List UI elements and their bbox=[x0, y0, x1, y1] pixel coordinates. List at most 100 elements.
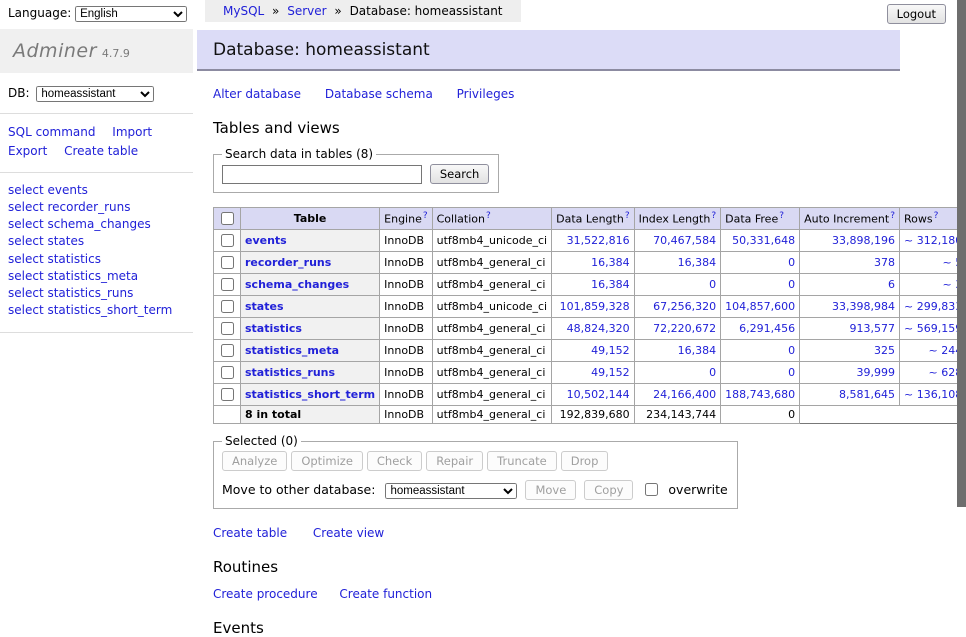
data-length-link[interactable]: 16,384 bbox=[591, 278, 630, 291]
language-select[interactable]: English bbox=[75, 6, 187, 22]
auto-increment-link[interactable]: 8,581,645 bbox=[839, 388, 895, 401]
check-button[interactable]: Check bbox=[367, 451, 422, 471]
breadcrumb-link-server[interactable]: Server bbox=[287, 4, 326, 18]
index-length-link[interactable]: 0 bbox=[709, 278, 716, 291]
repair-button[interactable]: Repair bbox=[426, 451, 483, 471]
db-select[interactable]: homeassistant bbox=[36, 86, 154, 102]
sidebar-action-export[interactable]: Export bbox=[8, 144, 47, 158]
table-name-link[interactable]: recorder_runs bbox=[245, 256, 331, 269]
copy-button[interactable]: Copy bbox=[584, 480, 633, 500]
sidebar-link-select-statistics-runs[interactable]: select statistics_runs bbox=[8, 285, 193, 302]
link-create-procedure[interactable]: Create procedure bbox=[213, 587, 318, 601]
index-length-link[interactable]: 0 bbox=[709, 366, 716, 379]
data-free-link[interactable]: 0 bbox=[788, 366, 795, 379]
row-checkbox[interactable] bbox=[221, 344, 234, 357]
table-name-link[interactable]: statistics_short_term bbox=[245, 388, 375, 401]
sidebar-link-select-statistics-short-term[interactable]: select statistics_short_term bbox=[8, 302, 193, 319]
index-length-link[interactable]: 67,256,320 bbox=[653, 300, 716, 313]
help-link[interactable]: ? bbox=[890, 211, 895, 221]
rows-link[interactable]: ~ 312,180 bbox=[904, 234, 962, 247]
row-checkbox[interactable] bbox=[221, 278, 234, 291]
analyze-button[interactable]: Analyze bbox=[222, 451, 287, 471]
truncate-button[interactable]: Truncate bbox=[487, 451, 557, 471]
table-name-link[interactable]: statistics_meta bbox=[245, 344, 339, 357]
data-free-link[interactable]: 0 bbox=[788, 344, 795, 357]
sidebar-link-select-statistics-meta[interactable]: select statistics_meta bbox=[8, 268, 193, 285]
nav-link-database-schema[interactable]: Database schema bbox=[325, 87, 433, 101]
sidebar-link-select-events[interactable]: select events bbox=[8, 182, 193, 199]
data-length-link[interactable]: 48,824,320 bbox=[567, 322, 630, 335]
data-free-link[interactable]: 50,331,648 bbox=[732, 234, 795, 247]
auto-increment-link[interactable]: 378 bbox=[874, 256, 895, 269]
data-free-link[interactable]: 188,743,680 bbox=[725, 388, 795, 401]
search-button[interactable]: Search bbox=[430, 164, 490, 184]
table-name-link[interactable]: statistics bbox=[245, 322, 302, 335]
drop-button[interactable]: Drop bbox=[561, 451, 609, 471]
version-link[interactable]: 4.7.9 bbox=[102, 47, 130, 60]
help-link[interactable]: ? bbox=[423, 211, 428, 221]
rows-link[interactable]: ~ 569,159 bbox=[904, 322, 962, 335]
sidebar-link-select-schema-changes[interactable]: select schema_changes bbox=[8, 216, 193, 233]
help-link[interactable]: ? bbox=[779, 211, 784, 221]
data-length-link[interactable]: 31,522,816 bbox=[567, 234, 630, 247]
row-checkbox[interactable] bbox=[221, 300, 234, 313]
row-checkbox[interactable] bbox=[221, 234, 234, 247]
search-input[interactable] bbox=[222, 165, 422, 184]
data-free-link[interactable]: 0 bbox=[788, 256, 795, 269]
select-all-checkbox[interactable] bbox=[221, 212, 234, 225]
overwrite-checkbox[interactable] bbox=[645, 483, 658, 496]
rows-link[interactable]: ~ 136,108 bbox=[904, 388, 962, 401]
link-create-view[interactable]: Create view bbox=[313, 526, 384, 540]
row-checkbox[interactable] bbox=[221, 256, 234, 269]
row-checkbox[interactable] bbox=[221, 322, 234, 335]
link-create-function[interactable]: Create function bbox=[339, 587, 432, 601]
help-link[interactable]: ? bbox=[711, 211, 716, 221]
nav-link-privileges[interactable]: Privileges bbox=[457, 87, 515, 101]
auto-increment-link[interactable]: 913,577 bbox=[850, 322, 896, 335]
table-name-link[interactable]: schema_changes bbox=[245, 278, 349, 291]
help-link[interactable]: ? bbox=[625, 211, 630, 221]
move-db-select[interactable]: homeassistant bbox=[385, 483, 517, 499]
row-checkbox[interactable] bbox=[221, 366, 234, 379]
move-button[interactable]: Move bbox=[525, 480, 576, 500]
table-name-link[interactable]: statistics_runs bbox=[245, 366, 335, 379]
data-length-link[interactable]: 16,384 bbox=[591, 256, 630, 269]
data-free-link[interactable]: 0 bbox=[788, 278, 795, 291]
sidebar-action-sql-command[interactable]: SQL command bbox=[8, 125, 95, 139]
breadcrumb-link-mysql[interactable]: MySQL bbox=[223, 4, 264, 18]
index-length-link[interactable]: 16,384 bbox=[678, 256, 717, 269]
nav-link-alter-database[interactable]: Alter database bbox=[213, 87, 301, 101]
data-length-link[interactable]: 10,502,144 bbox=[567, 388, 630, 401]
index-length-link[interactable]: 72,220,672 bbox=[653, 322, 716, 335]
scrollbar-thumb[interactable] bbox=[957, 0, 966, 507]
vertical-scrollbar[interactable] bbox=[957, 0, 966, 543]
overwrite-label[interactable]: overwrite bbox=[668, 482, 727, 497]
auto-increment-link[interactable]: 33,398,984 bbox=[832, 300, 895, 313]
sidebar-link-select-recorder-runs[interactable]: select recorder_runs bbox=[8, 199, 193, 216]
data-free-link[interactable]: 104,857,600 bbox=[725, 300, 795, 313]
index-length-link[interactable]: 70,467,584 bbox=[653, 234, 716, 247]
link-create-table[interactable]: Create table bbox=[213, 526, 287, 540]
index-length-link[interactable]: 24,166,400 bbox=[653, 388, 716, 401]
auto-increment-link[interactable]: 6 bbox=[888, 278, 895, 291]
index-length-cell: 67,256,320 bbox=[634, 296, 721, 318]
table-name-link[interactable]: states bbox=[245, 300, 284, 313]
optimize-button[interactable]: Optimize bbox=[291, 451, 363, 471]
index-length-link[interactable]: 16,384 bbox=[678, 344, 717, 357]
sidebar-link-select-statistics[interactable]: select statistics bbox=[8, 251, 193, 268]
data-length-link[interactable]: 101,859,328 bbox=[560, 300, 630, 313]
sidebar-link-select-states[interactable]: select states bbox=[8, 233, 193, 250]
row-checkbox[interactable] bbox=[221, 388, 234, 401]
sidebar-action-import[interactable]: Import bbox=[112, 125, 152, 139]
help-link[interactable]: ? bbox=[486, 211, 491, 221]
help-link[interactable]: ? bbox=[934, 211, 939, 221]
table-name-link[interactable]: events bbox=[245, 234, 287, 247]
data-length-link[interactable]: 49,152 bbox=[591, 366, 630, 379]
sidebar-action-create-table[interactable]: Create table bbox=[64, 144, 138, 158]
data-free-link[interactable]: 6,291,456 bbox=[739, 322, 795, 335]
auto-increment-link[interactable]: 325 bbox=[874, 344, 895, 357]
data-length-link[interactable]: 49,152 bbox=[591, 344, 630, 357]
auto-increment-link[interactable]: 39,999 bbox=[857, 366, 896, 379]
auto-increment-link[interactable]: 33,898,196 bbox=[832, 234, 895, 247]
rows-link[interactable]: ~ 299,833 bbox=[904, 300, 962, 313]
